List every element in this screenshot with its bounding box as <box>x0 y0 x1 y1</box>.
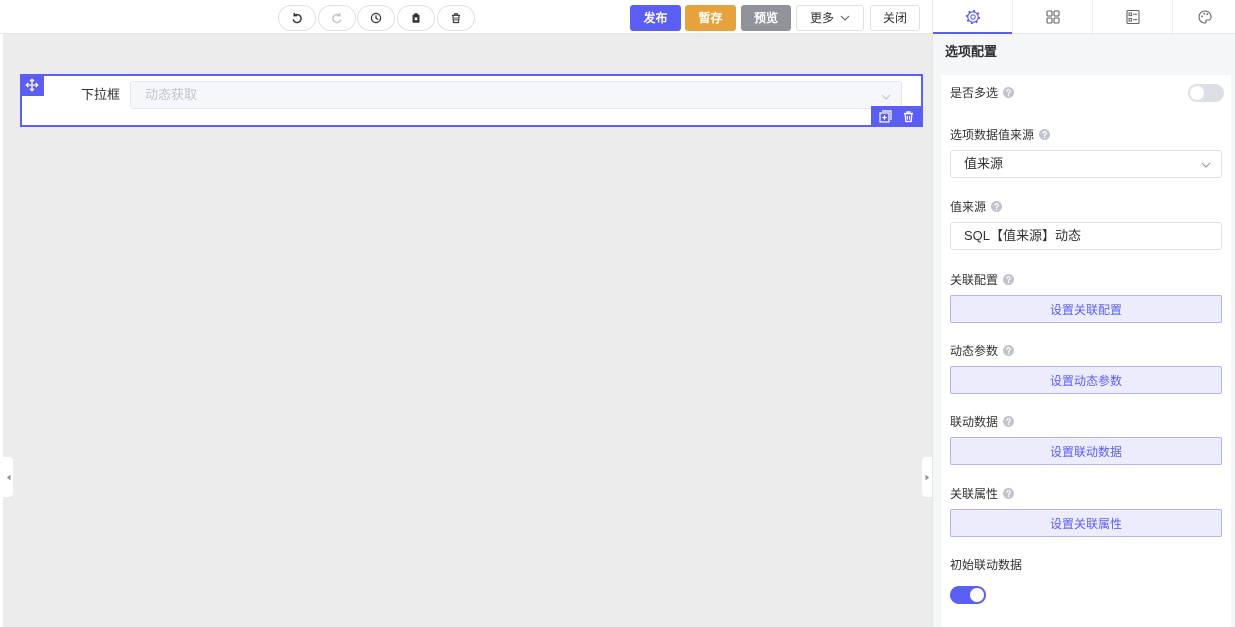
set-dynamic-params-button[interactable]: 设置动态参数 <box>950 366 1222 394</box>
relation-attrs-label: 关联属性 <box>950 486 999 501</box>
caret-right-icon <box>925 474 930 481</box>
tab-components[interactable] <box>1013 0 1093 33</box>
init-linkage-toggle[interactable] <box>950 586 986 604</box>
multi-select-toggle[interactable] <box>1188 84 1224 102</box>
help-icon[interactable] <box>1003 415 1015 427</box>
trash-icon[interactable] <box>902 110 915 123</box>
dynamic-params-row: 动态参数 <box>950 342 1015 358</box>
palette-icon <box>1197 9 1213 25</box>
more-label: 更多 <box>809 11 834 25</box>
panel-tabs <box>933 0 1235 34</box>
drag-handle[interactable] <box>20 74 44 96</box>
chevron-down-icon <box>840 15 850 21</box>
data-source-row: 选项数据值来源 <box>950 126 1051 142</box>
help-icon[interactable] <box>1003 86 1015 98</box>
grid-icon <box>1045 9 1061 25</box>
chevron-down-icon <box>1201 162 1211 168</box>
move-icon <box>25 78 39 92</box>
save-draft-button[interactable]: 暂存 <box>685 5 736 31</box>
data-source-value: 值来源 <box>964 156 1004 171</box>
section-title: 选项配置 <box>945 44 998 59</box>
designer-toolbar: 发布 暂存 预览 更多 关闭 <box>0 0 932 34</box>
redo-icon <box>331 12 343 24</box>
data-source-label: 选项数据值来源 <box>950 127 1035 142</box>
value-source-input[interactable]: SQL【值来源】动态 <box>950 222 1222 250</box>
init-linkage-label: 初始联动数据 <box>950 557 1023 572</box>
clear-icon <box>410 12 422 24</box>
options-config-card: 是否多选 选项数据值来源 值来源 值来源 SQL【值来源】动态 关联配置 设置关… <box>941 75 1231 627</box>
properties-panel: 选项配置 是否多选 选项数据值来源 值来源 值来源 SQL【值来源】动态 关联配… <box>932 0 1235 627</box>
relation-attrs-row: 关联属性 <box>950 485 1015 501</box>
history-icon <box>370 12 382 24</box>
data-source-select[interactable]: 值来源 <box>950 150 1222 178</box>
init-linkage-row: 初始联动数据 <box>950 556 1022 572</box>
toggle-knob <box>970 588 984 602</box>
collapse-right-handle[interactable] <box>922 457 932 497</box>
linkage-data-label: 联动数据 <box>950 414 999 429</box>
design-canvas[interactable]: 下拉框 动态获取 <box>3 34 932 627</box>
history-button[interactable] <box>357 5 395 31</box>
value-source-row: 值来源 <box>950 198 1003 214</box>
undo-button[interactable] <box>278 5 316 31</box>
more-dropdown-button[interactable]: 更多 <box>796 5 864 31</box>
help-icon[interactable] <box>991 200 1003 212</box>
chevron-down-icon <box>881 94 891 100</box>
linkage-data-row: 联动数据 <box>950 413 1015 429</box>
publish-button[interactable]: 发布 <box>630 5 681 31</box>
close-button[interactable]: 关闭 <box>870 5 920 31</box>
redo-button[interactable] <box>318 5 356 31</box>
multi-select-row: 是否多选 <box>950 84 1015 100</box>
undo-icon <box>291 12 303 24</box>
relation-config-row: 关联配置 <box>950 271 1015 287</box>
caret-left-icon <box>6 474 11 481</box>
collapse-left-handle[interactable] <box>3 457 13 497</box>
selected-form-item[interactable]: 下拉框 动态获取 <box>20 74 923 127</box>
help-icon[interactable] <box>1003 344 1015 356</box>
preview-button[interactable]: 预览 <box>741 5 791 31</box>
help-icon[interactable] <box>1003 273 1015 285</box>
help-icon[interactable] <box>1003 487 1015 499</box>
toggle-knob <box>1190 86 1204 100</box>
tab-field-settings[interactable] <box>933 0 1013 34</box>
dynamic-params-label: 动态参数 <box>950 343 999 358</box>
tab-theme[interactable] <box>1173 0 1235 33</box>
help-icon[interactable] <box>1039 128 1051 140</box>
relation-config-label: 关联配置 <box>950 272 999 287</box>
set-linkage-data-button[interactable]: 设置联动数据 <box>950 437 1222 465</box>
form-icon <box>1125 9 1141 25</box>
gear-icon <box>965 9 981 25</box>
copy-icon[interactable] <box>879 110 892 123</box>
delete-icon <box>450 12 462 24</box>
tab-form-settings[interactable] <box>1093 0 1173 33</box>
value-source-label: 值来源 <box>950 199 987 214</box>
delete-all-button[interactable] <box>437 5 475 31</box>
field-label: 下拉框 <box>80 87 120 102</box>
dropdown-placeholder: 动态获取 <box>145 87 198 102</box>
dropdown-field[interactable]: 动态获取 <box>130 81 902 109</box>
item-action-bar <box>871 106 923 127</box>
set-relation-config-button[interactable]: 设置关联配置 <box>950 295 1222 323</box>
clear-button[interactable] <box>397 5 435 31</box>
set-relation-attrs-button[interactable]: 设置关联属性 <box>950 509 1222 537</box>
multi-select-label: 是否多选 <box>950 85 999 100</box>
